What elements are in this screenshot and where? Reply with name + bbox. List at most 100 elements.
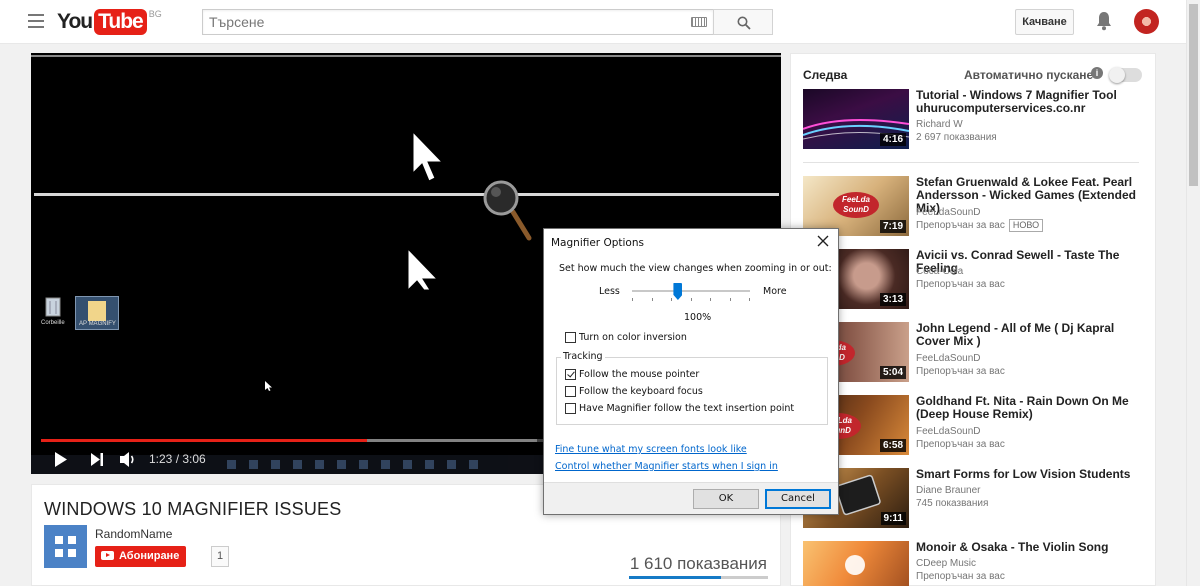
toggle-knob [1109, 67, 1125, 83]
dialog-title: Magnifier Options [551, 237, 644, 249]
magnified-cursor-lower-icon [407, 248, 439, 290]
like-ratio-fill [629, 576, 721, 579]
item-meta: Препоръчан за вас [916, 439, 1005, 450]
duration-badge: 7:19 [879, 220, 906, 233]
follow-mouse-label[interactable]: Follow the mouse pointer [579, 369, 699, 380]
duration-badge: 5:04 [879, 366, 906, 379]
zoom-prompt: Set how much the view changes when zoomi… [559, 263, 832, 274]
feeldasound-logo: FeeLdaSounD [833, 192, 879, 218]
keyboard-icon[interactable] [691, 17, 707, 27]
magnified-cursor-icon [412, 131, 444, 182]
slider-less-label: Less [599, 286, 620, 297]
duration-badge: 9:11 [880, 512, 906, 525]
list-item[interactable]: 4:16 Tutorial - Windows 7 Magnifier Tool… [803, 89, 1143, 149]
next-icon[interactable] [90, 453, 104, 466]
info-icon[interactable]: i [1091, 67, 1103, 79]
item-meta: 745 показвания [916, 498, 989, 509]
list-item[interactable]: FeeLdaSounD 6:58 Goldhand Ft. Nita - Rai… [803, 395, 1143, 455]
follow-keyboard-label[interactable]: Follow the keyboard focus [579, 386, 703, 397]
slider-thumb[interactable] [673, 283, 683, 300]
item-channel: CDeep Music [916, 558, 977, 569]
item-channel: FeeLdaSounD [916, 207, 981, 218]
up-next-sidebar: Следва Автоматично пускане i 4:16 Tutori… [790, 53, 1156, 586]
magnifier-options-dialog: Magnifier Options Set how much the view … [543, 228, 839, 515]
item-title: Monoir & Osaka - The Violin Song [916, 540, 1109, 554]
list-item[interactable]: Monoir & Osaka - The Violin Song CDeep M… [803, 541, 1143, 586]
item-meta: Препоръчан за вас НОВО [916, 219, 1044, 232]
item-channel: Coca-Cola [916, 266, 964, 277]
zoom-percent: 100% [684, 312, 712, 323]
like-ratio-bar [629, 576, 768, 579]
new-badge: НОВО [1008, 219, 1044, 232]
magnifier-divider-top [31, 55, 781, 57]
page-scrollbar[interactable] [1186, 0, 1200, 586]
color-inversion-checkbox[interactable] [565, 332, 576, 343]
follow-mouse-checkbox[interactable] [565, 369, 576, 380]
follow-keyboard-checkbox[interactable] [565, 386, 576, 397]
search-button[interactable] [713, 9, 773, 35]
autoplay-label: Автоматично пускане [964, 68, 1094, 82]
subscribe-button[interactable]: Абониране [95, 546, 187, 567]
channel-name[interactable]: RandomName [95, 527, 172, 541]
follow-text-checkbox[interactable] [565, 403, 576, 414]
follow-text-label[interactable]: Have Magnifier follow the text insertion… [579, 403, 794, 414]
masthead: You Tube BG Качване [0, 0, 1186, 44]
search-icon [737, 16, 751, 30]
item-meta: Препоръчан за вас [916, 279, 1005, 290]
tracking-label: Tracking [561, 351, 605, 362]
list-item[interactable]: 9:11 Smart Forms for Low Vision Students… [803, 468, 1143, 528]
logo-you: You [57, 10, 93, 33]
search-box [202, 9, 714, 35]
list-item[interactable]: FeeLdaSounD 5:04 John Legend - All of Me… [803, 322, 1143, 382]
ok-button[interactable]: OK [693, 489, 759, 509]
video-thumbnail: 4:16 [803, 89, 909, 149]
list-item[interactable]: 3:13 Avicii vs. Conrad Sewell - Taste Th… [803, 249, 1143, 309]
slider-track [632, 290, 750, 292]
list-item[interactable]: FeeLda SounD 7:19 Stefan Gruenwald & Loke… [803, 176, 1143, 236]
zoom-slider[interactable] [632, 283, 752, 301]
item-channel: Richard W [916, 119, 963, 130]
small-cursor-icon [265, 381, 272, 391]
folder-label: AP MAGNIFY [79, 321, 116, 327]
scrollbar-thumb[interactable] [1189, 4, 1198, 186]
video-thumbnail: FeeLda SounD 7:19 [803, 176, 909, 236]
item-meta: Препоръчан за вас [916, 571, 1005, 582]
video-thumbnail [803, 541, 909, 586]
upload-button[interactable]: Качване [1015, 9, 1074, 35]
subscribe-label: Абониране [119, 550, 180, 562]
startup-settings-link[interactable]: Control whether Magnifier starts when I … [555, 461, 778, 472]
fine-tune-fonts-link[interactable]: Fine tune what my screen fonts look like [555, 444, 747, 455]
autoplay-toggle[interactable] [1109, 67, 1142, 83]
magnifier-divider-middle [34, 193, 779, 196]
item-meta: Препоръчан за вас [916, 366, 1005, 377]
time-display: 1:23 / 3:06 [149, 452, 206, 466]
duration-badge: 3:13 [879, 293, 906, 306]
duration-badge: 4:16 [879, 133, 906, 146]
color-inversion-label[interactable]: Turn on color inversion [579, 332, 687, 343]
play-icon[interactable] [54, 452, 68, 467]
notifications-bell-icon[interactable] [1095, 11, 1113, 31]
item-title: Smart Forms for Low Vision Students [916, 467, 1131, 481]
video-title: WINDOWS 10 MAGNIFIER ISSUES [44, 499, 342, 519]
item-meta-text: Препоръчан за вас [916, 220, 1005, 231]
channel-avatar[interactable] [44, 525, 87, 568]
logo-country-code: BG [148, 9, 162, 19]
logo-tube: Tube [94, 9, 147, 35]
progress-played [41, 439, 367, 442]
recycle-bin-label: Corbeille [41, 320, 65, 326]
magnifier-lens-icon [483, 180, 532, 241]
cancel-button[interactable]: Cancel [765, 489, 831, 509]
view-count: 1 610 показвания [629, 554, 767, 573]
close-icon[interactable] [816, 234, 830, 248]
search-input[interactable] [203, 10, 673, 34]
item-channel: FeeLdaSounD [916, 353, 981, 364]
hamburger-menu-icon[interactable] [28, 14, 44, 28]
item-channel: Diane Brauner [916, 485, 981, 496]
item-meta: 2 697 показвания [916, 132, 997, 143]
slider-more-label: More [763, 286, 787, 297]
account-avatar[interactable] [1134, 9, 1159, 34]
item-title: Tutorial - Windows 7 Magnifier Tool uhur… [916, 88, 1117, 115]
youtube-logo[interactable]: You Tube BG [57, 9, 162, 35]
volume-icon[interactable] [119, 451, 137, 468]
subscriber-count: 1 [211, 546, 230, 567]
